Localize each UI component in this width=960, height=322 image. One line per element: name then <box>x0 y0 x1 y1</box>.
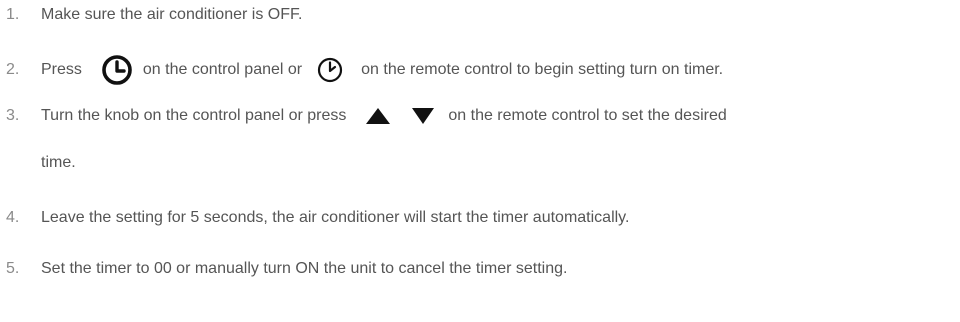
step-text: time. <box>41 154 76 171</box>
step-number: 5. <box>6 260 20 277</box>
step-text-part: on the control panel or <box>142 61 303 78</box>
step-number: 1. <box>6 6 20 23</box>
clock-bold-icon <box>101 54 133 86</box>
step-number: 2. <box>6 61 20 78</box>
step-text-part: on the remote control to begin setting t… <box>361 61 724 78</box>
step-text-part: Press <box>41 61 82 78</box>
step-text: Leave the setting for 5 seconds, the air… <box>41 209 630 226</box>
step-text: Make sure the air conditioner is OFF. <box>41 6 303 23</box>
list-item: 3. Turn the knob on the control panel or… <box>0 104 960 128</box>
triangle-up-icon <box>365 107 391 125</box>
step-number: 3. <box>6 107 20 124</box>
step-text: Press on the control panel or on the rem… <box>41 53 723 87</box>
clock-outline-icon <box>316 56 344 84</box>
step-text: Turn the knob on the control panel or pr… <box>41 104 727 128</box>
step-text-part: Turn the knob on the control panel or pr… <box>41 107 347 124</box>
step-text: Set the timer to 00 or manually turn ON … <box>41 260 568 277</box>
list-item: 2. Press on the control panel or on the … <box>0 53 960 87</box>
triangle-down-icon <box>411 107 435 125</box>
step-number: 4. <box>6 209 20 226</box>
step-text-part: on the remote control to set the desired <box>448 107 727 124</box>
